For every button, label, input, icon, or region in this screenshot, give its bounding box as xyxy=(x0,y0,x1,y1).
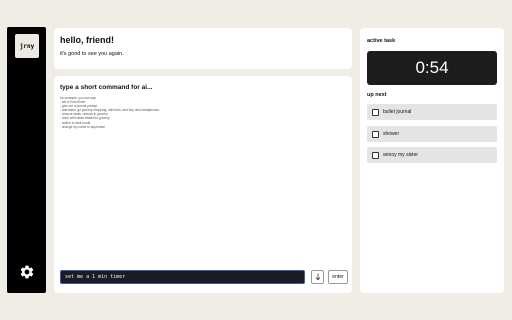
task-checkbox[interactable] xyxy=(372,108,379,116)
mic-button[interactable] xyxy=(311,270,324,284)
task-checkbox[interactable] xyxy=(372,151,379,159)
task-checkbox[interactable] xyxy=(372,130,379,138)
tasks-panel: active task 0:54 up next bullet journal … xyxy=(360,28,504,293)
task-label: bullet journal xyxy=(383,109,412,115)
greeting-card: hello, friend! it's good to see you agai… xyxy=(54,28,352,69)
task-item[interactable]: bullet journal xyxy=(367,104,497,120)
command-card: type a short command for ai... for examp… xyxy=(54,76,352,293)
task-item[interactable]: shower xyxy=(367,126,497,142)
command-input[interactable]: set me a 1 min timer xyxy=(60,270,305,284)
task-label: shower xyxy=(383,131,400,137)
active-task-label: active task xyxy=(367,38,396,44)
app-logo[interactable]: jrny xyxy=(15,34,39,58)
timer-display: 0:54 xyxy=(367,51,497,85)
task-item[interactable]: annoy my sister xyxy=(367,147,497,163)
enter-button[interactable]: enter xyxy=(328,270,348,284)
greeting-title: hello, friend! xyxy=(60,35,114,45)
command-examples: for example, you can say: - set a 5 min … xyxy=(60,96,159,129)
example-line: - change my name to superman xyxy=(60,124,106,129)
logo-text: jrny xyxy=(19,42,35,50)
mic-arrow-icon xyxy=(315,273,320,281)
up-next-label: up next xyxy=(367,92,387,98)
command-title: type a short command for ai... xyxy=(60,84,153,91)
greeting-subtitle: it's good to see you again. xyxy=(60,51,124,57)
command-input-value: set me a 1 min timer xyxy=(65,274,126,280)
gear-icon[interactable] xyxy=(19,264,35,280)
task-label: annoy my sister xyxy=(383,152,419,158)
sidebar: jrny xyxy=(7,27,46,293)
